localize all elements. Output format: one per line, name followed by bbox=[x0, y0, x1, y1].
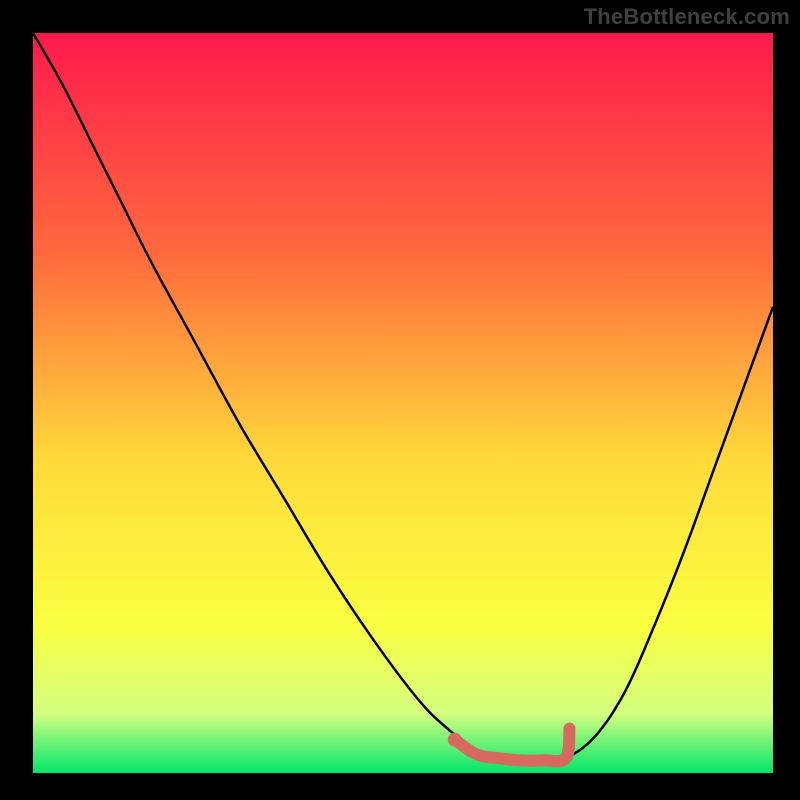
gradient-background bbox=[33, 33, 773, 773]
plot-area bbox=[33, 33, 773, 773]
chart-frame: TheBottleneck.com bbox=[0, 0, 800, 800]
attribution-label: TheBottleneck.com bbox=[584, 4, 790, 30]
bottleneck-chart bbox=[33, 33, 773, 773]
optimal-range-start-dot bbox=[448, 733, 462, 747]
